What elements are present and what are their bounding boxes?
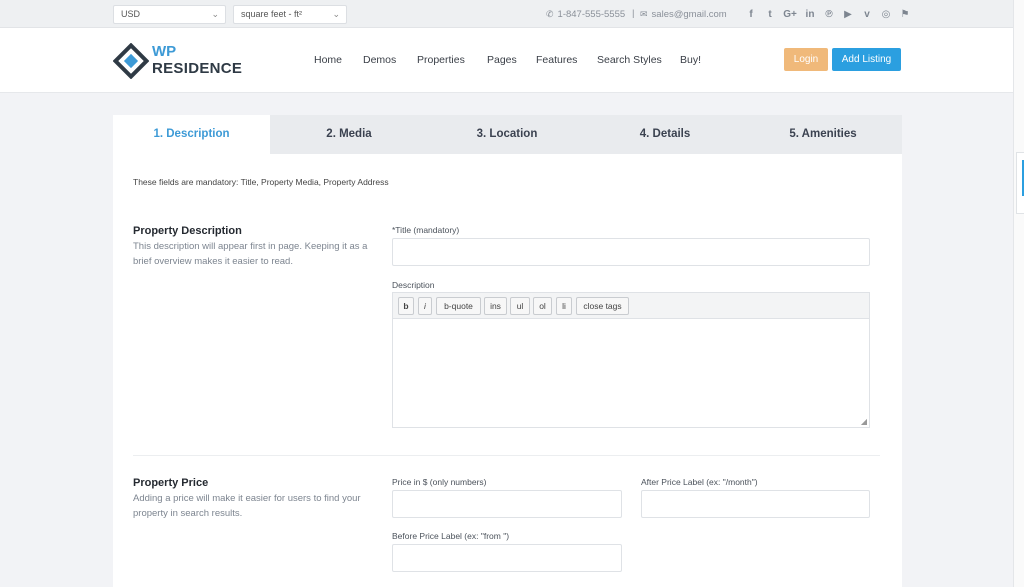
add-listing-button[interactable]: Add Listing	[832, 48, 901, 71]
instagram-icon[interactable]: ◎	[878, 9, 894, 20]
blockquote-button[interactable]: b-quote	[436, 297, 481, 315]
nav-search-styles[interactable]: Search Styles	[597, 28, 662, 93]
nav-features[interactable]: Features	[536, 28, 577, 93]
price-input[interactable]	[392, 490, 622, 518]
tab-media[interactable]: 2. Media	[270, 115, 428, 154]
before-price-input[interactable]	[392, 544, 622, 572]
nav-properties[interactable]: Properties	[417, 28, 465, 93]
phone-icon: ✆	[546, 9, 554, 19]
facebook-icon[interactable]: f	[743, 9, 759, 20]
vimeo-icon[interactable]: v	[859, 9, 875, 20]
chevron-down-icon: ⌄	[211, 9, 219, 19]
email-address: sales@gmail.com	[651, 9, 727, 20]
property-description-title: Property Description	[133, 225, 242, 237]
tab-amenities[interactable]: 5. Amenities	[744, 115, 902, 154]
logo-text[interactable]: WP RESIDENCE	[152, 43, 242, 77]
mail-icon: ✉	[640, 9, 648, 19]
youtube-icon[interactable]: ▶	[840, 9, 856, 20]
section-divider	[133, 455, 880, 456]
area-unit-select-value: square feet - ft²	[241, 9, 303, 19]
ins-button[interactable]: ins	[484, 297, 507, 315]
editor-toolbar: b i b-quote ins ul ol li close tags	[392, 292, 870, 318]
google-plus-icon[interactable]: G+	[781, 9, 799, 20]
mandatory-note: These fields are mandatory: Title, Prope…	[133, 177, 389, 187]
nav-demos[interactable]: Demos	[363, 28, 396, 93]
login-button[interactable]: Login	[784, 48, 828, 71]
logo-icon[interactable]	[113, 43, 149, 79]
li-button[interactable]: li	[556, 297, 572, 315]
before-price-label: Before Price Label (ex: "from ")	[392, 531, 510, 541]
twitter-icon[interactable]: t	[762, 9, 778, 20]
property-price-title: Property Price	[133, 477, 209, 489]
title-input[interactable]	[392, 238, 870, 266]
currency-select-value: USD	[121, 9, 141, 19]
after-price-input[interactable]	[641, 490, 870, 518]
email-contact[interactable]: ✉ sales@gmail.com	[640, 0, 727, 28]
foursquare-icon[interactable]: ⚑	[897, 9, 913, 20]
title-label: *Title (mandatory)	[392, 225, 460, 235]
logo-wp: WP	[152, 43, 177, 60]
after-price-label: After Price Label (ex: "/month")	[641, 477, 758, 487]
property-description-help: This description will appear first in pa…	[133, 241, 368, 267]
phone-number: 1-847-555-5555	[557, 9, 626, 20]
close-tags-button[interactable]: close tags	[576, 297, 629, 315]
nav-home[interactable]: Home	[314, 28, 342, 93]
phone-contact[interactable]: ✆ 1-847-555-5555	[546, 0, 625, 28]
contact-separator: |	[632, 8, 635, 19]
italic-button[interactable]: i	[418, 297, 432, 315]
description-textarea[interactable]: ◢	[392, 318, 870, 428]
price-label: Price in $ (only numbers)	[392, 477, 487, 487]
tab-details[interactable]: 4. Details	[586, 115, 744, 154]
chevron-down-icon: ⌄	[332, 9, 340, 19]
ol-button[interactable]: ol	[533, 297, 552, 315]
description-label: Description	[392, 280, 435, 290]
nav-buy[interactable]: Buy!	[680, 28, 701, 93]
resize-handle-icon[interactable]: ◢	[861, 417, 867, 426]
logo-residence: RESIDENCE	[152, 60, 243, 77]
step-tabs: 1. Description 2. Media 3. Location 4. D…	[113, 115, 902, 154]
linkedin-icon[interactable]: in	[802, 9, 818, 20]
currency-select[interactable]: USD ⌄	[113, 5, 226, 24]
area-unit-select[interactable]: square feet - ft² ⌄	[233, 5, 347, 24]
bold-button[interactable]: b	[398, 297, 414, 315]
top-bar: USD ⌄ square feet - ft² ⌄ ✆ 1-847-555-555…	[0, 0, 1024, 28]
social-links: f t G+ in ℗ ▶ v ◎ ⚑	[743, 0, 916, 28]
property-price-help: Adding a price will make it easier for u…	[133, 493, 361, 519]
nav-pages[interactable]: Pages	[487, 28, 517, 93]
site-header: WP RESIDENCE Home Demos Properties Pages…	[0, 28, 1024, 93]
tab-location[interactable]: 3. Location	[428, 115, 586, 154]
ul-button[interactable]: ul	[510, 297, 530, 315]
tab-description[interactable]: 1. Description	[113, 115, 270, 154]
pinterest-icon[interactable]: ℗	[821, 9, 837, 20]
scrollbar[interactable]	[1013, 0, 1024, 587]
submit-property-panel: 1. Description 2. Media 3. Location 4. D…	[113, 115, 902, 587]
